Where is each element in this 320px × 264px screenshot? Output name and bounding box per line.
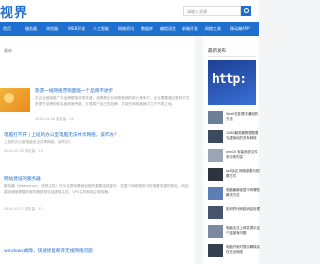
- divider: [208, 56, 256, 57]
- search-icon[interactable]: [241, 6, 251, 16]
- sidebar-item[interactable]: ip4协议 网络参数与配置方式: [208, 168, 260, 184]
- sidebar-item-title[interactable]: 电脑开机时提示解除实在无法网络: [226, 245, 260, 255]
- sidebar-item-title[interactable]: Shell在处理中通用的方法: [226, 112, 260, 122]
- nav-item-frontend[interactable]: 前端开发: [182, 26, 198, 32]
- sidebar-item[interactable]: 电脑无法上网并提示这个连接有问题: [208, 225, 260, 241]
- article-title[interactable]: 网站建设的服务器: [4, 176, 41, 182]
- article-meta: 2024-03-18 浏览量：15: [35, 117, 74, 121]
- nav-item-lang[interactable]: 编程语言: [160, 26, 176, 32]
- sidebar-thumbnail: [208, 149, 223, 162]
- nav-item-ai[interactable]: 人工智能: [93, 26, 109, 32]
- nav-item-app[interactable]: 移动端APP: [230, 26, 250, 32]
- sidebar-item-title[interactable]: 如何时代网络消息处理: [226, 207, 260, 212]
- sidebar-item[interactable]: 电脑开机时提示解除实在无法网络: [208, 244, 260, 260]
- sidebar-item-title[interactable]: 1280服务器物理配置与虚拟化的关系网络: [226, 131, 260, 141]
- sidebar-thumbnail: [208, 168, 223, 181]
- sidebar: 最新发布 http: Shell在处理中通用的方法 1280服务器物理配置与虚拟…: [203, 36, 260, 264]
- article-summary: 上班的办公室电脑无法共享网络，该咋办？: [4, 140, 73, 144]
- article-meta: 2024-03-18 浏览量：13: [4, 149, 43, 153]
- sidebar-item-title[interactable]: 电脑无法上网并提示这个连接有问题: [226, 226, 260, 236]
- article-summary: 在企业营销推广中品牌塑造非常关键，品牌是企业网络营销的核心竞争力，企业需要通过各…: [35, 96, 190, 106]
- article-thumbnail[interactable]: [0, 88, 30, 112]
- nav-item-server[interactable]: 服务器: [25, 26, 37, 32]
- article-title[interactable]: 旅游一线网络营销面临一个品牌不进步: [35, 88, 113, 94]
- article-summary: 服务器（Webserver，也称主机）作为互联网基础设施的重要组成部分，在整个网…: [4, 184, 189, 194]
- sidebar-item-title[interactable]: win10 安装系统文件夹中的内容: [226, 150, 260, 160]
- sidebar-title: 最新发布: [208, 49, 226, 54]
- section-label: 最新: [4, 48, 12, 53]
- sidebar-banner[interactable]: http:: [208, 60, 256, 105]
- article-item: windows故障，快速修复断开无线网络问题: [0, 248, 195, 262]
- sidebar-item-title[interactable]: ip4协议 网络参数与配置方式: [226, 169, 260, 179]
- sidebar-item[interactable]: 电脑最新版显卡有哪些解决方法: [208, 187, 260, 203]
- sidebar-thumbnail: [208, 111, 223, 124]
- nav-item-browser[interactable]: 浏览器: [46, 26, 58, 32]
- sidebar-item[interactable]: 如何时代网络消息处理: [208, 206, 260, 222]
- article-item: 网站建设的服务器 服务器（Webserver，也称主机）作为互联网基础设施的重要…: [0, 176, 195, 216]
- sidebar-thumbnail: [208, 130, 223, 143]
- nav-item-tools[interactable]: 网络工具: [205, 26, 221, 32]
- sidebar-thumbnail: [208, 206, 223, 219]
- banner-text: http:: [212, 72, 247, 87]
- sidebar-thumbnail: [208, 187, 223, 200]
- nav-item-home[interactable]: 首页: [3, 26, 11, 32]
- article-item: 旅游一线网络营销面临一个品牌不进步 在企业营销推广中品牌塑造非常关键，品牌是企业…: [0, 88, 195, 128]
- search-input[interactable]: 请输入关键: [183, 6, 241, 16]
- main-nav: 首页 服务器 浏览器 WEB开发 人工智能 网络资讯 数据库 编程语言 前端开发…: [0, 22, 259, 36]
- sidebar-item[interactable]: 1280服务器物理配置与虚拟化的关系网络: [208, 130, 260, 146]
- sidebar-item[interactable]: Shell在处理中通用的方法: [208, 111, 260, 127]
- sidebar-item[interactable]: win10 安装系统文件夹中的内容: [208, 149, 260, 165]
- article-list: 最新 旅游一线网络营销面临一个品牌不进步 在企业营销推广中品牌塑造非常关键，品牌…: [0, 36, 195, 264]
- nav-item-news[interactable]: 网络资讯: [118, 26, 134, 32]
- sidebar-thumbnail: [208, 225, 223, 238]
- article-item: 电脑打不开 | 上班的办公室电脑无法共享网络，该咋办？ 上班的办公室电脑无法共享…: [0, 132, 195, 164]
- site-logo[interactable]: 视界: [0, 2, 28, 21]
- article-meta: 2024-03-17 浏览量：11: [4, 207, 43, 211]
- sidebar-thumbnail: [208, 244, 223, 257]
- article-title[interactable]: 电脑打不开 | 上班的办公室电脑无法共享网络，该咋办？: [4, 132, 119, 138]
- nav-item-database[interactable]: 数据库: [141, 26, 153, 32]
- nav-item-web[interactable]: WEB开发: [68, 26, 85, 32]
- sidebar-item-title[interactable]: 电脑最新版显卡有哪些解决方法: [226, 188, 260, 198]
- site-header: 视界 请输入关键: [0, 0, 259, 22]
- article-title[interactable]: windows故障，快速修复断开无线网络问题: [4, 248, 93, 254]
